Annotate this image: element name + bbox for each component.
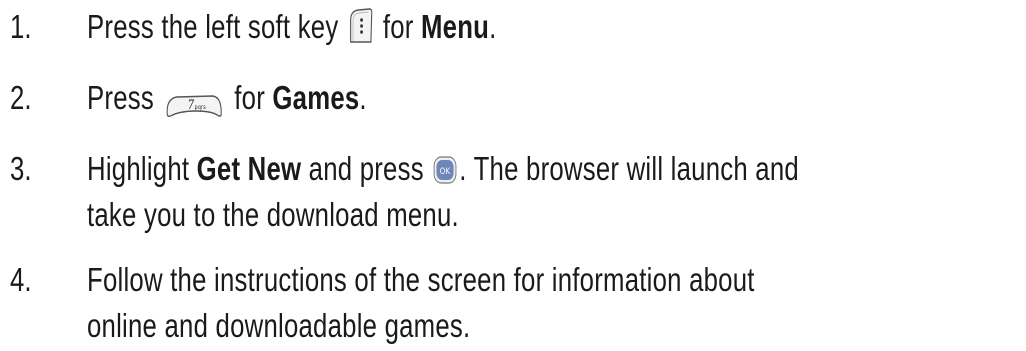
key-main-label: 7 [188, 97, 195, 113]
games-label: Games [272, 79, 360, 116]
step-text-middle: and press [308, 150, 424, 187]
step-text: Highlight Get New and press OK . The bro… [87, 146, 1023, 238]
get-new-label: Get New [196, 150, 302, 187]
step-text: Press the left soft key for Menu. [87, 4, 1023, 50]
step-text-middle: for [234, 79, 266, 116]
step-text-line1: Follow the instructions of the screen fo… [87, 261, 755, 298]
step-number: 4. [10, 261, 32, 298]
step-text: Follow the instructions of the screen fo… [87, 257, 1023, 349]
step-text-middle: for [382, 8, 414, 45]
step-text-before: Press the left soft key [87, 8, 339, 45]
instruction-list: 1. Press the left soft key for Menu. 2. … [0, 0, 1026, 351]
step-number: 1. [10, 8, 32, 45]
ok-key-label: OK [440, 166, 451, 176]
step-text-line2: online and downloadable games. [87, 307, 471, 344]
step-text-after: . [489, 8, 497, 45]
key-7-pqrs-icon: 7 pqrs [164, 85, 223, 118]
left-softkey-icon [347, 8, 374, 44]
step-text-line2: take you to the download menu. [87, 196, 459, 233]
step-number: 3. [10, 150, 32, 187]
step-text: Press 7 pqrs for Games. [87, 75, 1023, 121]
step-text-after: . The browser will launch and [459, 150, 799, 187]
step-text-before: Press [87, 79, 154, 116]
step-text-after: . [359, 79, 367, 116]
step-text-before: Highlight [87, 150, 190, 187]
step-number: 2. [10, 79, 32, 116]
ok-key-icon: OK [433, 152, 458, 184]
menu-label: Menu [420, 8, 490, 45]
key-sub-label: pqrs [195, 105, 206, 112]
